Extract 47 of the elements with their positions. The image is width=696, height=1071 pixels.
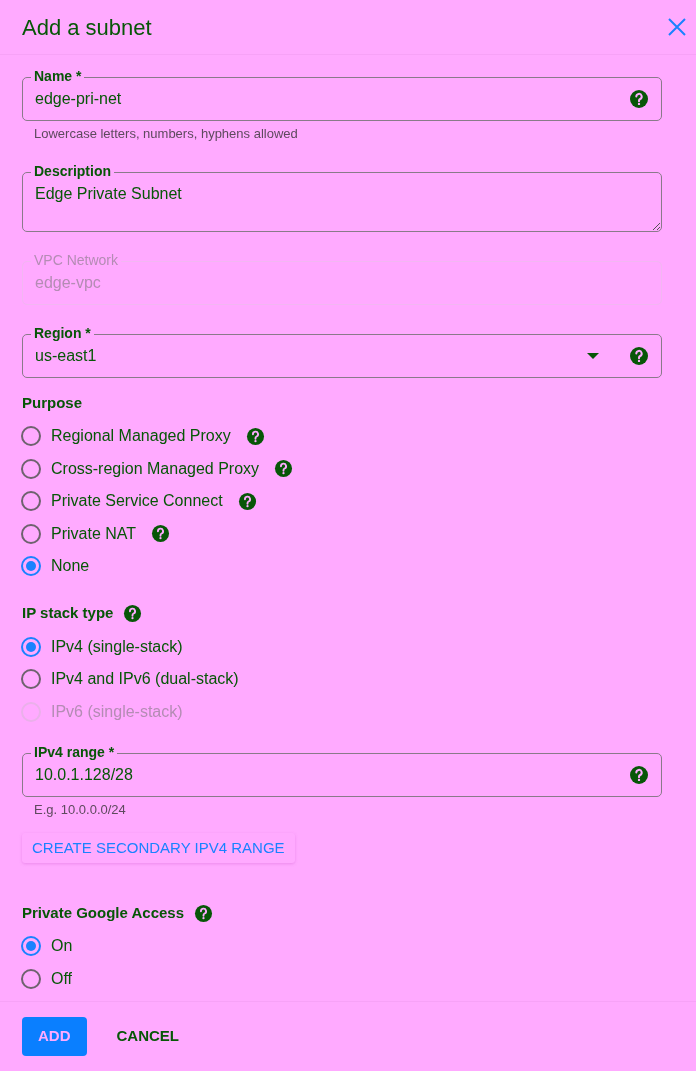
radio-label[interactable]: Private NAT bbox=[51, 521, 137, 546]
section-label: Private Google Access bbox=[22, 902, 185, 923]
radio-label[interactable]: IPv4 and IPv6 (dual-stack) bbox=[51, 667, 239, 692]
help-icon[interactable] bbox=[237, 491, 257, 511]
dialog-title: Add a subnet bbox=[22, 13, 152, 42]
radio-button[interactable] bbox=[21, 426, 41, 447]
field-value: edge-vpc bbox=[35, 273, 102, 293]
cancel-button[interactable]: CANCEL bbox=[102, 1017, 193, 1056]
radio-button[interactable] bbox=[21, 556, 41, 577]
field-label: VPC Network bbox=[31, 252, 122, 268]
field-label: Name * bbox=[31, 68, 85, 84]
radio-button[interactable] bbox=[21, 968, 41, 989]
field-label: IPv4 range * bbox=[31, 744, 118, 760]
section-label: Purpose bbox=[22, 392, 82, 413]
resize-grip-icon bbox=[652, 222, 660, 230]
field-value: edge-pri-net bbox=[35, 89, 123, 109]
help-icon[interactable] bbox=[629, 765, 649, 785]
radio-button[interactable] bbox=[21, 523, 41, 544]
radio-label[interactable]: Cross-region Managed Proxy bbox=[51, 456, 260, 481]
help-icon[interactable] bbox=[274, 459, 294, 479]
field-value: us-east1 bbox=[35, 346, 98, 366]
radio-button[interactable] bbox=[21, 491, 41, 512]
field-hint: E.g. 10.0.0.0/24 bbox=[33, 802, 127, 818]
help-icon[interactable] bbox=[151, 524, 171, 544]
section-label: IP stack type bbox=[22, 603, 114, 624]
radio-label[interactable]: Private Service Connect bbox=[51, 489, 223, 514]
field-label: Region * bbox=[31, 325, 94, 341]
field-value: Edge Private Subnet bbox=[35, 184, 183, 204]
radio-label[interactable]: Regional Managed Proxy bbox=[51, 424, 231, 449]
field-value: 10.0.1.128/28 bbox=[35, 765, 134, 785]
radio-label[interactable]: IPv4 (single-stack) bbox=[51, 634, 183, 659]
help-icon[interactable] bbox=[245, 426, 265, 446]
help-icon[interactable] bbox=[194, 903, 214, 923]
radio-button[interactable] bbox=[21, 458, 41, 479]
field-label: Description bbox=[31, 163, 114, 179]
radio-button[interactable] bbox=[21, 936, 41, 957]
radio-button[interactable] bbox=[21, 636, 41, 657]
close-icon[interactable] bbox=[668, 18, 686, 36]
help-icon[interactable] bbox=[123, 604, 143, 623]
radio-label[interactable]: Off bbox=[51, 966, 73, 991]
radio-button[interactable] bbox=[21, 669, 41, 690]
radio-label[interactable]: On bbox=[51, 934, 73, 959]
help-icon[interactable] bbox=[629, 89, 649, 109]
dropdown-caret-icon bbox=[587, 353, 599, 359]
field-hint: Lowercase letters, numbers, hyphens allowed bbox=[33, 126, 299, 142]
radio-label[interactable]: None bbox=[51, 554, 90, 579]
help-icon[interactable] bbox=[629, 346, 649, 366]
